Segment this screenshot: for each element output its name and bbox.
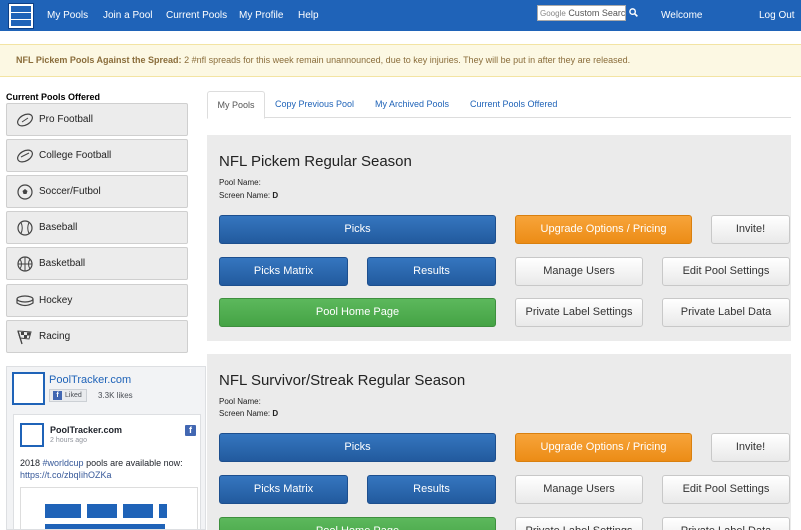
picks-matrix-button[interactable]: Picks Matrix (219, 475, 348, 504)
liked-button[interactable]: f Liked (49, 389, 87, 402)
google-brand: Google (540, 9, 566, 18)
screen-name-row: Screen Name: D (219, 409, 279, 418)
private-label-settings-button[interactable]: Private Label Settings (515, 298, 643, 327)
upgrade-options-button[interactable]: Upgrade Options / Pricing (515, 433, 692, 462)
pool-name-row: Pool Name: (219, 397, 261, 406)
pool-tabs: My Pools Copy Previous Pool My Archived … (207, 91, 791, 119)
checkered-flag-icon (17, 330, 32, 345)
private-label-settings-button[interactable]: Private Label Settings (515, 517, 643, 530)
screen-name-row: Screen Name: D (219, 191, 279, 200)
nav-current-pools[interactable]: Current Pools (166, 10, 227, 21)
sidebar-item-label: Soccer/Futbol (39, 186, 101, 197)
sidebar-item-hockey[interactable]: Hockey (6, 284, 188, 317)
pool-title: NFL Pickem Regular Season (219, 153, 412, 170)
logout-link[interactable]: Log Out (759, 10, 795, 21)
sidebar-item-baseball[interactable]: Baseball (6, 211, 188, 244)
post-image[interactable] (20, 487, 198, 529)
results-button[interactable]: Results (367, 257, 496, 286)
sidebar-item-soccer[interactable]: Soccer/Futbol (6, 175, 188, 208)
sidebar-item-pro-football[interactable]: Pro Football (6, 103, 188, 136)
private-label-data-button[interactable]: Private Label Data (662, 298, 790, 327)
alert-banner: NFL Pickem Pools Against the Spread: 2 #… (0, 44, 801, 77)
pool-home-page-button[interactable]: Pool Home Page (219, 517, 496, 530)
facebook-page-name[interactable]: PoolTracker.com (49, 374, 131, 386)
post-hashtag[interactable]: #worldcup (43, 458, 84, 468)
college-football-icon (17, 149, 33, 163)
sidebar-item-label: Baseball (39, 222, 78, 233)
edit-pool-settings-button[interactable]: Edit Pool Settings (662, 257, 790, 286)
baseball-icon (17, 220, 33, 236)
facebook-post: PoolTracker.com 2 hours ago f 2018 #worl… (13, 414, 201, 529)
basketball-icon (17, 256, 33, 272)
nav-my-pools[interactable]: My Pools (47, 10, 88, 21)
search-placeholder: Custom Search (568, 8, 626, 18)
picks-button[interactable]: Picks (219, 433, 496, 462)
football-icon (17, 113, 33, 127)
pool-name-row: Pool Name: (219, 178, 261, 187)
post-author[interactable]: PoolTracker.com (50, 425, 122, 435)
sidebar-item-label: Racing (39, 331, 71, 342)
post-avatar[interactable] (20, 423, 44, 447)
pool-title: NFL Survivor/Streak Regular Season (219, 372, 466, 389)
tab-my-pools[interactable]: My Pools (207, 91, 265, 119)
search-input[interactable]: Google Custom Search (537, 5, 626, 21)
nav-join-a-pool[interactable]: Join a Pool (103, 10, 152, 21)
search-icon[interactable] (629, 8, 638, 17)
picks-matrix-button[interactable]: Picks Matrix (219, 257, 348, 286)
pool-panel: NFL Pickem Regular Season Pool Name: Scr… (207, 135, 791, 341)
pooltracker-logo[interactable] (8, 3, 34, 29)
welcome-text: Welcome (661, 10, 703, 21)
soccer-ball-icon (17, 184, 33, 200)
results-button[interactable]: Results (367, 475, 496, 504)
nav-help[interactable]: Help (298, 10, 319, 21)
sidebar-heading: Current Pools Offered (6, 92, 101, 102)
sidebar-item-college-football[interactable]: College Football (6, 139, 188, 172)
invite-button[interactable]: Invite! (711, 433, 790, 462)
alert-message: 2 #nfl spreads for this week remain unan… (184, 55, 631, 65)
sidebar-item-label: Pro Football (39, 114, 93, 125)
hockey-puck-icon (16, 295, 34, 307)
liked-label: Liked (65, 392, 82, 399)
post-text: 2018 #worldcup pools are available now: … (20, 458, 183, 480)
pooltracker-logo[interactable] (12, 372, 45, 405)
post-timestamp[interactable]: 2 hours ago (50, 437, 87, 444)
picks-button[interactable]: Picks (219, 215, 496, 244)
tab-my-archived-pools[interactable]: My Archived Pools (375, 91, 449, 118)
facebook-page-widget: PoolTracker.com f Liked 3.3K likes PoolT… (6, 366, 206, 530)
sidebar-item-racing[interactable]: Racing (6, 320, 188, 353)
upgrade-options-button[interactable]: Upgrade Options / Pricing (515, 215, 692, 244)
pool-home-page-button[interactable]: Pool Home Page (219, 298, 496, 327)
post-link[interactable]: https://t.co/zbqIihOZKa (20, 470, 112, 480)
nav-my-profile[interactable]: My Profile (239, 10, 283, 21)
edit-pool-settings-button[interactable]: Edit Pool Settings (662, 475, 790, 504)
like-count: 3.3K likes (98, 391, 133, 400)
top-navbar: My Pools Join a Pool Current Pools My Pr… (0, 0, 801, 31)
sidebar-item-basketball[interactable]: Basketball (6, 247, 188, 280)
tab-copy-previous-pool[interactable]: Copy Previous Pool (275, 91, 354, 118)
sidebar-item-label: Hockey (39, 295, 73, 306)
private-label-data-button[interactable]: Private Label Data (662, 517, 790, 530)
facebook-f-icon: f (53, 391, 62, 400)
manage-users-button[interactable]: Manage Users (515, 257, 643, 286)
sidebar-item-label: Basketball (39, 258, 86, 269)
alert-title: NFL Pickem Pools Against the Spread: (16, 55, 182, 65)
manage-users-button[interactable]: Manage Users (515, 475, 643, 504)
pool-panel: NFL Survivor/Streak Regular Season Pool … (207, 354, 791, 530)
invite-button[interactable]: Invite! (711, 215, 790, 244)
facebook-icon: f (185, 425, 196, 436)
tab-current-pools-offered[interactable]: Current Pools Offered (470, 91, 557, 118)
sidebar-item-label: College Football (39, 150, 112, 161)
